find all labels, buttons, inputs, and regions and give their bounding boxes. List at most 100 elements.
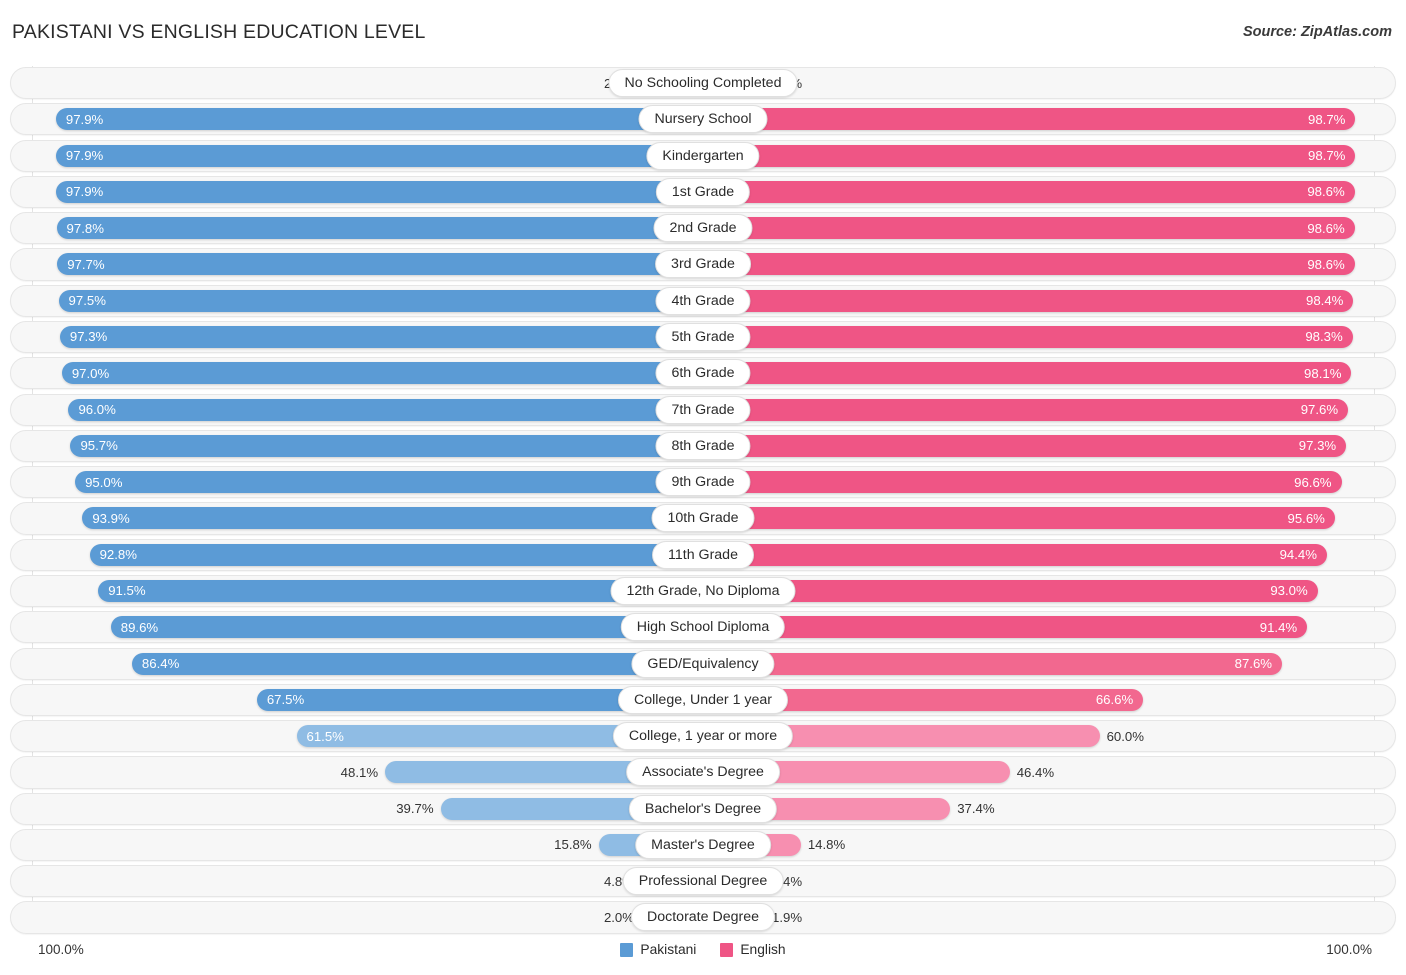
row-label: 9th Grade (655, 468, 751, 497)
bar-value-right: 46.4% (1016, 764, 1055, 780)
row-label: 7th Grade (655, 395, 751, 424)
bar-value-left: 95.7% (80, 438, 118, 454)
row-label: Associate's Degree (626, 758, 780, 787)
bar-group-left: 97.9% (55, 144, 703, 167)
legend-swatch-icon (620, 942, 634, 957)
bar-value-right: 91.4% (1259, 619, 1298, 635)
chart-row: 2.0% 1.9% Doctorate Degree (0, 900, 1406, 934)
chart-row: 97.8% 98.6% 2nd Grade (0, 211, 1406, 245)
bar-right[interactable]: 97.6% (703, 398, 1349, 421)
bar-value-right: 96.6% (1294, 474, 1332, 490)
chart-row: 97.9% 98.6% 1st Grade (0, 175, 1406, 209)
bar-value-right: 66.6% (1095, 692, 1134, 708)
bar-group-right: 98.4% (703, 289, 1354, 312)
bar-group-left: 97.9% (55, 180, 703, 203)
bar-left[interactable]: 95.0% (75, 471, 703, 494)
bar-value-right: 93.0% (1270, 583, 1308, 599)
bar-left[interactable]: 96.0% (68, 398, 703, 421)
bar-right[interactable]: 98.6% (703, 217, 1355, 240)
chart-row: 92.8% 94.4% 11th Grade (0, 538, 1406, 572)
bar-value-left: 93.9% (92, 510, 130, 526)
bar-left[interactable]: 97.9% (55, 108, 703, 131)
bar-group-right: 98.6% (703, 180, 1355, 203)
chart-row: 97.9% 98.7% Kindergarten (0, 139, 1406, 173)
bar-left[interactable]: 86.4% (131, 652, 703, 675)
bar-group-left: 97.8% (56, 217, 703, 240)
bar-group-left: 97.0% (61, 362, 703, 385)
bar-group-left: 96.0% (68, 398, 703, 421)
row-label: Bachelor's Degree (628, 794, 778, 823)
row-label: 3rd Grade (655, 250, 751, 279)
bar-right[interactable]: 96.6% (703, 471, 1342, 494)
bar-value-right: 87.6% (1234, 656, 1273, 671)
bar-right[interactable]: 98.1% (703, 362, 1352, 385)
bar-value-right: 95.6% (1287, 510, 1325, 526)
row-label: 2nd Grade (653, 214, 753, 243)
bar-value-right: 1.9% (772, 909, 803, 925)
chart-row: 39.7% 37.4% Bachelor's Degree (0, 792, 1406, 826)
bar-left[interactable]: 97.9% (55, 144, 703, 167)
bar-left[interactable]: 97.8% (56, 217, 703, 240)
bar-right[interactable]: 87.6% (703, 652, 1283, 675)
row-label: 12th Grade, No Diploma (610, 576, 796, 605)
bar-value-left: 97.5% (68, 293, 106, 309)
bar-right[interactable]: 98.3% (703, 325, 1353, 348)
chart-row: 97.0% 98.1% 6th Grade (0, 356, 1406, 390)
bar-left[interactable]: 92.8% (89, 543, 703, 566)
legend-item[interactable]: English (720, 942, 786, 957)
bar-value-right: 98.4% (1306, 293, 1344, 309)
bar-left[interactable]: 89.6% (110, 616, 703, 639)
bar-left[interactable]: 97.9% (55, 180, 703, 203)
bar-value-right: 98.6% (1307, 184, 1345, 200)
bar-right[interactable]: 91.4% (703, 616, 1308, 639)
bar-right[interactable]: 98.7% (703, 144, 1356, 167)
legend-swatch-icon (720, 942, 734, 957)
chart-row: 61.5% 60.0% College, 1 year or more (0, 719, 1406, 753)
bar-value-left: 97.8% (66, 220, 104, 236)
row-label: Nursery School (638, 105, 768, 134)
bar-left[interactable]: 97.5% (58, 289, 703, 312)
bar-value-left: 97.0% (71, 365, 110, 381)
bar-group-left: 95.0% (75, 471, 703, 494)
chart-row: 95.0% 96.6% 9th Grade (0, 465, 1406, 499)
chart-row: 97.3% 98.3% 5th Grade (0, 320, 1406, 354)
bar-right[interactable]: 98.6% (703, 180, 1355, 203)
bar-right[interactable]: 98.6% (703, 253, 1355, 276)
bar-value-right: 94.4% (1279, 547, 1317, 563)
bar-value-right: 98.6% (1307, 220, 1345, 236)
bar-right[interactable]: 94.4% (703, 543, 1327, 566)
chart-row: 97.9% 98.7% Nursery School (0, 102, 1406, 136)
bar-group-right: 96.6% (703, 471, 1342, 494)
bar-left[interactable]: 97.0% (61, 362, 703, 385)
bar-right[interactable]: 95.6% (703, 507, 1335, 530)
bar-value-left: 15.8% (554, 837, 592, 853)
bar-value-left: 97.9% (65, 184, 104, 200)
legend-label: Pakistani (640, 942, 697, 957)
row-label: College, Under 1 year (617, 685, 789, 714)
bar-value-left: 97.3% (69, 329, 108, 345)
chart-row: 15.8% 14.8% Master's Degree (0, 828, 1406, 862)
bar-left[interactable]: 97.3% (59, 325, 703, 348)
bar-value-left: 2.0% (603, 909, 634, 925)
chart-row: 4.8% 4.4% Professional Degree (0, 864, 1406, 898)
bar-group-left: 95.7% (70, 434, 703, 457)
bar-right[interactable]: 98.4% (703, 289, 1354, 312)
bar-value-right: 98.3% (1305, 329, 1343, 345)
bar-left[interactable]: 95.7% (70, 434, 703, 457)
legend-item[interactable]: Pakistani (620, 942, 696, 957)
bar-left[interactable]: 93.9% (82, 507, 703, 530)
chart-row: 48.1% 46.4% Associate's Degree (0, 755, 1406, 789)
row-label: 10th Grade (651, 504, 755, 533)
row-label: Doctorate Degree (631, 903, 775, 932)
bar-right[interactable]: 97.3% (703, 434, 1347, 457)
source-attribution: Source: ZipAtlas.com (1242, 24, 1392, 40)
bar-right[interactable]: 98.7% (703, 108, 1356, 131)
bar-group-right: 97.3% (703, 434, 1347, 457)
diverging-bar-chart: 2.1%1.4%No Schooling Completed 97.9% 98.7%… (0, 66, 1406, 934)
bar-group-right: 97.6% (703, 398, 1349, 421)
bar-value-left: 48.1% (340, 764, 379, 780)
bar-value-left: 61.5% (306, 728, 344, 744)
bar-value-left: 96.0% (78, 402, 116, 418)
bar-left[interactable]: 97.7% (57, 253, 703, 276)
bar-group-left: 97.5% (58, 289, 703, 312)
